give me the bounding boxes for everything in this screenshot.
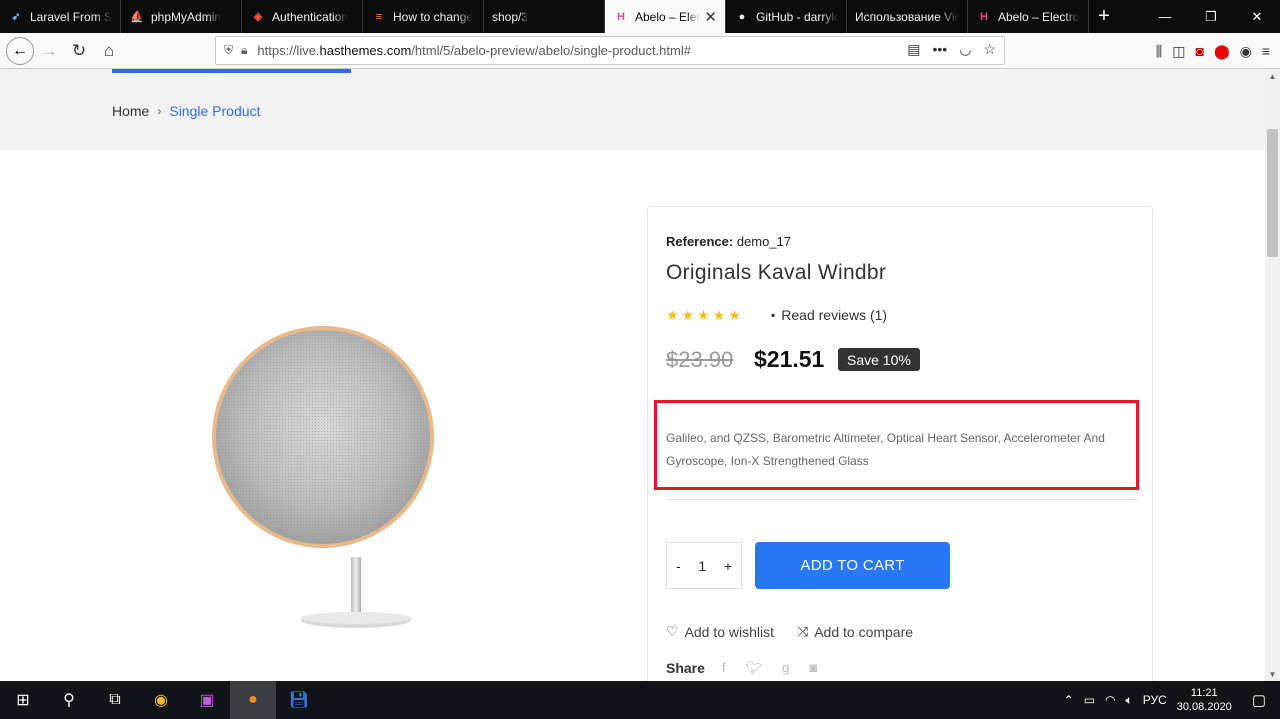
add-to-cart-button[interactable]: ADD TO CART — [755, 542, 950, 589]
menu-icon[interactable]: ≡ — [1262, 43, 1270, 59]
scrollbar-thumb[interactable] — [1267, 129, 1278, 257]
qty-increase-button[interactable]: + — [724, 558, 732, 574]
add-to-compare-link[interactable]: ⤨ Add to compare — [797, 623, 913, 640]
pocket-icon[interactable]: ◡ — [959, 41, 971, 58]
tab-github[interactable]: ● GitHub - darryld — [726, 0, 847, 33]
clock[interactable]: 11:21 30.08.2020 — [1177, 686, 1232, 714]
laravel-icon: ◈ — [253, 11, 263, 23]
read-reviews-link[interactable]: ▪ Read reviews (1) — [771, 307, 887, 323]
stackoverflow-icon: ≡ — [375, 10, 383, 23]
chrome-icon[interactable]: ◉ — [138, 681, 184, 719]
reader-view-icon[interactable]: ▤ — [907, 41, 920, 58]
breadcrumb-separator: › — [157, 104, 162, 118]
tab-ispolzovanie[interactable]: Использование Vie — [847, 0, 968, 33]
instagram-icon[interactable]: ◙ — [809, 660, 817, 676]
new-tab-button[interactable]: + — [1089, 0, 1119, 33]
close-tab-icon[interactable]: ✕ — [700, 8, 717, 26]
tab-phpmyadmin[interactable]: ⛵ phpMyAdmin — [121, 0, 242, 33]
tab-abelo-active[interactable]: H Abelo – Elect ✕ — [605, 0, 726, 33]
qty-value[interactable]: 1 — [698, 558, 706, 574]
comment-icon: ▪ — [771, 308, 776, 322]
product-reference: Reference: demo_17 — [666, 234, 792, 249]
social-share-icons: f 🐦︎ g ◙ — [722, 660, 817, 676]
share-label: Share — [666, 660, 705, 676]
battery-icon[interactable]: ▭ — [1084, 693, 1095, 707]
old-price: $23.90 — [666, 347, 734, 372]
shuffle-icon: ⤨ — [797, 623, 809, 639]
language-indicator[interactable]: РУС — [1143, 693, 1167, 707]
tray-chevron-icon[interactable]: ⌃ — [1064, 693, 1074, 707]
search-icon[interactable]: ⚲ — [46, 681, 92, 719]
scroll-down-arrow[interactable]: ▼ — [1265, 667, 1280, 681]
firefox-icon[interactable]: ● — [230, 681, 276, 719]
windows-start-icon[interactable]: ⊞ — [0, 681, 46, 719]
tab-how-to-change[interactable]: ≡ How to change — [363, 0, 484, 33]
github-icon: ● — [738, 10, 746, 23]
tab-laravel-from-scratch[interactable]: ➶ Laravel From Sc — [0, 0, 121, 33]
back-button[interactable]: ← — [6, 36, 34, 65]
scroll-up-arrow[interactable]: ▲ — [1265, 69, 1280, 83]
abelo-icon: H — [980, 10, 988, 23]
shield-icon[interactable]: ⛨ — [224, 43, 233, 58]
breadcrumb-current[interactable]: Single Product — [169, 103, 260, 119]
tab-shop[interactable]: shop/3 — [484, 0, 605, 33]
tab-abelo-electron[interactable]: H Abelo – Electron — [968, 0, 1089, 33]
bookmark-star-icon[interactable]: ☆ — [983, 41, 996, 58]
twitter-icon[interactable]: 🐦︎ — [746, 660, 763, 676]
google-plus-icon[interactable]: g — [782, 660, 789, 676]
save-app-icon[interactable]: 💾︎ — [276, 681, 322, 719]
tab-authentication[interactable]: ◈ Authentication — [242, 0, 363, 33]
window-controls: — ❐ ✕ — [1142, 0, 1280, 33]
opera-icon[interactable]: ⬤ — [1214, 43, 1230, 60]
ublock-icon[interactable]: ◙ — [1195, 43, 1203, 59]
page-actions-icon[interactable]: ••• — [933, 41, 948, 58]
nav-bar: ← → ↻ ⌂ ⛨ 🔒︎ https://live.hasthemes.com/… — [0, 33, 1280, 69]
divider — [666, 499, 1138, 500]
close-window-icon[interactable]: ✕ — [1234, 0, 1280, 33]
sidebar-icon[interactable]: ◫ — [1172, 43, 1185, 60]
address-bar[interactable]: ⛨ 🔒︎ https://live.hasthemes.com/html/5/a… — [215, 36, 1005, 65]
laravel-icon: ➶ — [11, 11, 21, 23]
phpmyadmin-icon: ⛵ — [130, 11, 144, 23]
breadcrumb: Home › Single Product — [112, 103, 260, 119]
product-description: Galileo, and QZSS, Barometric Altimeter,… — [666, 431, 1105, 468]
page-scrollbar[interactable]: ▲ ▼ — [1265, 69, 1280, 681]
facebook-icon[interactable]: f — [722, 660, 726, 676]
phpstorm-icon[interactable]: ▣ — [184, 681, 230, 719]
url-text[interactable]: https://live.hasthemes.com/html/5/abelo-… — [257, 43, 691, 58]
lock-icon[interactable]: 🔒︎ — [241, 43, 247, 58]
reload-button[interactable]: ↻ — [64, 36, 94, 66]
breadcrumb-area: Home › Single Product — [0, 69, 1265, 150]
toolbar-right: ⫼ ◫ ◙ ⬤ ◉ ≡ — [1156, 33, 1280, 69]
forward-button[interactable]: → — [34, 36, 64, 66]
quantity-stepper[interactable]: - 1 + — [666, 542, 742, 589]
abelo-icon: H — [617, 10, 625, 23]
current-price: $21.51 — [754, 346, 825, 372]
qty-decrease-button[interactable]: - — [676, 558, 681, 574]
menu-active-indicator — [112, 69, 351, 73]
system-tray: ⌃ ▭ ◠ 🔈︎ РУС 11:21 30.08.2020 ▢ — [1064, 681, 1280, 719]
task-view-icon[interactable]: ⧉ — [92, 681, 138, 719]
volume-icon[interactable]: 🔈︎ — [1126, 693, 1133, 708]
rating-stars: ★★★★★ — [666, 307, 744, 323]
notifications-icon[interactable]: ▢ — [1252, 691, 1266, 709]
product-image[interactable] — [212, 277, 434, 632]
wifi-icon[interactable]: ◠ — [1105, 693, 1115, 707]
heart-icon: ♡ — [666, 623, 679, 639]
web-page: Home › Single Product Reference: demo_17… — [0, 69, 1265, 681]
add-to-wishlist-link[interactable]: ♡ Add to wishlist — [666, 623, 774, 640]
breadcrumb-home[interactable]: Home — [112, 103, 149, 119]
minimize-icon[interactable]: — — [1142, 0, 1188, 33]
account-icon[interactable]: ◉ — [1240, 43, 1252, 60]
home-button[interactable]: ⌂ — [94, 36, 124, 66]
library-icon[interactable]: ⫼ — [1156, 43, 1162, 60]
windows-taskbar: ⊞ ⚲ ⧉ ◉ ▣ ● 💾︎ ⌃ ▭ ◠ 🔈︎ РУС 11:21 30.08.… — [0, 681, 1280, 719]
discount-badge: Save 10% — [838, 348, 920, 371]
maximize-icon[interactable]: ❐ — [1188, 0, 1234, 33]
product-title: Originals Kaval Windbr — [666, 261, 887, 284]
tab-strip: ➶ Laravel From Sc ⛵ phpMyAdmin ◈ Authentica… — [0, 0, 1280, 33]
